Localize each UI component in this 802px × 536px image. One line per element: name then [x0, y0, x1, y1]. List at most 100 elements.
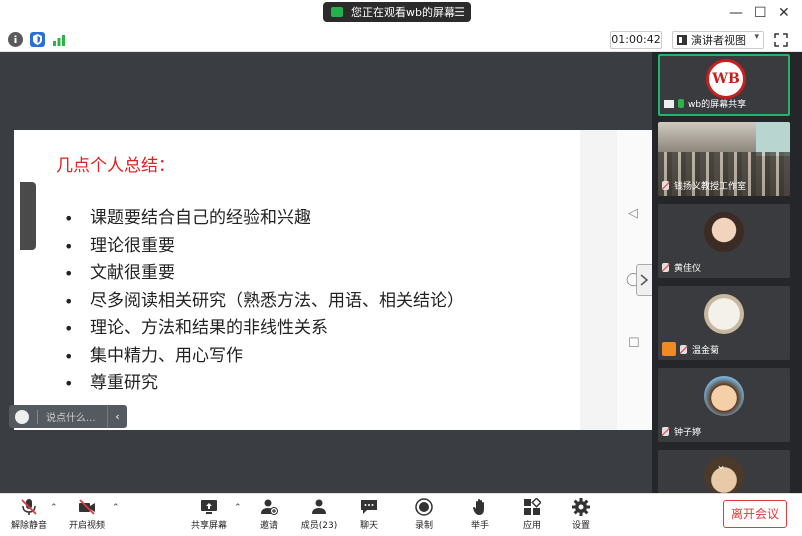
meeting-toolbar: 01:00:42 演讲者视图 ▾	[0, 28, 802, 52]
list-item: 尊重研究	[64, 370, 464, 398]
avatar	[704, 376, 744, 416]
mic-muted-icon	[20, 498, 38, 516]
quick-chat-bar[interactable]: 说点什么... ‹	[9, 405, 127, 428]
chat-input-placeholder[interactable]: 说点什么...	[46, 409, 96, 424]
avatar	[704, 294, 744, 334]
slide-title: 几点个人总结：	[56, 156, 175, 176]
speaker-view-icon	[677, 35, 687, 45]
invite-user-icon	[260, 498, 278, 516]
mic-muted-icon	[662, 263, 669, 272]
screen-share-icon	[664, 99, 674, 108]
members-button[interactable]: 成员(23)	[294, 498, 344, 534]
signal-strength-icon[interactable]	[52, 32, 67, 47]
list-item: 集中精力、用心写作	[64, 343, 464, 371]
share-screen-icon	[200, 498, 218, 516]
mic-muted-icon	[662, 181, 669, 190]
unmute-button[interactable]: 解除静音	[4, 498, 54, 534]
participant-tile[interactable]: 温金菊	[658, 286, 790, 360]
participant-name-text: 黄佳仪	[674, 264, 702, 274]
start-video-label: 开启视频	[68, 521, 105, 531]
apps-grid-icon	[523, 497, 542, 516]
presentation-slide: 几点个人总结： 课题要结合自己的经验和兴趣 理论很重要 文献很重要 尽多阅读相关…	[14, 130, 580, 430]
wb-logo-text: WB	[712, 71, 740, 87]
hand-icon	[471, 498, 489, 516]
participant-name-text: 温金菊	[692, 346, 720, 356]
participant-name-text: 钟子婷	[674, 428, 702, 438]
info-icon[interactable]	[8, 32, 23, 47]
mic-muted-icon	[680, 345, 687, 354]
shared-screen-area: 几点个人总结： 课题要结合自己的经验和兴趣 理论很重要 文献很重要 尽多阅读相关…	[0, 52, 654, 493]
members-label: 成员(23)	[300, 521, 338, 531]
chat-label: 聊天	[359, 521, 378, 531]
list-item: 课题要结合自己的经验和兴趣	[64, 205, 464, 233]
list-item: 尽多阅读相关研究（熟悉方法、用语、相关结论）	[64, 288, 464, 316]
emoji-icon[interactable]	[15, 409, 29, 424]
raise-hand-button[interactable]: 举手	[455, 498, 505, 534]
list-item: 文献很重要	[64, 260, 464, 288]
collapse-chat-icon[interactable]: ‹	[107, 405, 127, 428]
avatar	[704, 212, 744, 252]
participant-tile[interactable]: ⌄	[658, 450, 790, 493]
participant-tile[interactable]: WB wb的屏幕共享	[658, 54, 790, 116]
participant-name: 温金菊	[680, 343, 719, 356]
recent-square-icon[interactable]: ☐	[628, 336, 640, 351]
leave-meeting-button[interactable]: 离开会议	[723, 500, 787, 528]
participant-name: wb的屏幕共享	[664, 97, 746, 110]
apps-label: 应用	[522, 521, 541, 531]
record-label: 录制	[414, 521, 433, 531]
mic-muted-icon	[662, 427, 669, 436]
slide-margin	[580, 130, 617, 430]
view-mode-label: 演讲者视图	[691, 34, 746, 47]
apps-button[interactable]: 应用	[507, 497, 557, 534]
participant-name: 黄佳仪	[662, 261, 701, 274]
video-options-chevron-icon[interactable]: ⌃	[112, 503, 120, 513]
chat-button[interactable]: 聊天	[344, 498, 394, 534]
view-mode-dropdown[interactable]: 演讲者视图 ▾	[672, 31, 764, 49]
meeting-window: 您正在观看wb的屏幕 ☰ — ☐ ✕ 01:00:42 演讲者视图 ▾ 几点个人…	[0, 0, 802, 536]
share-options-chevron-icon[interactable]: ⌃	[234, 503, 242, 513]
list-item: 理论、方法和结果的非线性关系	[64, 315, 464, 343]
participant-name: 钟子婷	[662, 425, 701, 438]
gear-icon	[572, 498, 590, 516]
host-badge-icon	[662, 342, 676, 356]
share-screen-label: 共享屏幕	[190, 521, 227, 531]
chat-icon	[360, 498, 378, 516]
left-panel-handle[interactable]	[20, 182, 36, 250]
raise-hand-label: 举手	[470, 521, 489, 531]
list-item: 理论很重要	[64, 233, 464, 261]
share-status-text: 您正在观看wb的屏幕	[351, 6, 455, 19]
members-icon	[310, 498, 328, 516]
invite-label: 邀请	[259, 521, 278, 531]
security-shield-icon[interactable]	[30, 32, 45, 47]
share-screen-button[interactable]: 共享屏幕	[184, 498, 234, 534]
audio-options-chevron-icon[interactable]: ⌃	[50, 503, 58, 513]
participant-name-text: 钱扬义教授工作室	[674, 182, 747, 192]
fullscreen-icon[interactable]	[774, 32, 788, 47]
settings-button[interactable]: 设置	[556, 498, 606, 534]
title-bar: 您正在观看wb的屏幕 ☰ — ☐ ✕	[0, 0, 802, 28]
screen-share-indicator[interactable]: 您正在观看wb的屏幕 ☰	[323, 2, 471, 22]
participant-tile[interactable]: 黄佳仪	[658, 204, 790, 278]
video-off-icon	[78, 498, 96, 516]
minimize-icon[interactable]: —	[729, 5, 743, 21]
meeting-timer: 01:00:42	[610, 31, 662, 49]
participant-tile[interactable]: 钟子婷	[658, 368, 790, 442]
participant-tile[interactable]: 钱扬义教授工作室	[658, 122, 790, 196]
share-menu-icon[interactable]: ☰	[454, 5, 465, 19]
mic-on-icon	[678, 99, 684, 108]
record-button[interactable]: 录制	[399, 498, 449, 534]
maximize-icon[interactable]: ☐	[754, 5, 767, 21]
back-triangle-icon[interactable]: ◁	[628, 206, 638, 221]
unmute-label: 解除静音	[10, 521, 47, 531]
invite-button[interactable]: 邀请	[244, 498, 294, 534]
divider	[37, 409, 38, 424]
scroll-down-icon[interactable]: ⌄	[716, 458, 726, 472]
slide-bullet-list: 课题要结合自己的经验和兴趣 理论很重要 文献很重要 尽多阅读相关研究（熟悉方法、…	[64, 205, 464, 398]
start-video-button[interactable]: 开启视频	[62, 498, 112, 534]
participant-video-panel: WB wb的屏幕共享 钱扬义教授工作室 黄佳仪 温金菊 钟子婷 ⌄	[652, 52, 802, 493]
chevron-down-icon: ▾	[754, 32, 759, 42]
close-icon[interactable]: ✕	[778, 5, 790, 21]
share-status-icon	[331, 7, 343, 17]
meeting-controls-bar: 解除静音 ⌃ 开启视频 ⌃ 共享屏幕 ⌃ 邀请 成员(23) 聊天 录制 举手 …	[0, 493, 802, 536]
wb-logo: WB	[706, 59, 746, 99]
